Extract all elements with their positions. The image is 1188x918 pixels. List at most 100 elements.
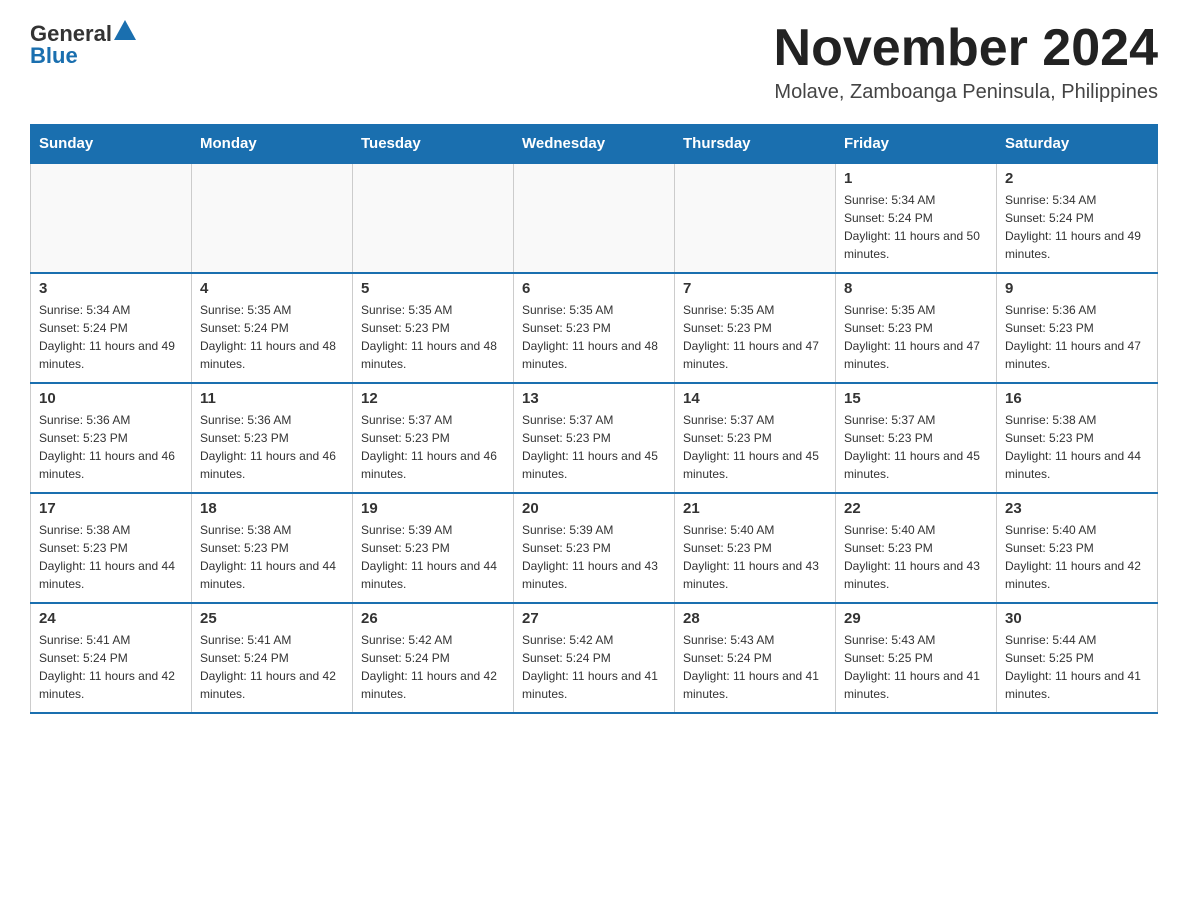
day-info: Sunrise: 5:34 AM Sunset: 5:24 PM Dayligh… [1005, 191, 1149, 263]
day-info: Sunrise: 5:40 AM Sunset: 5:23 PM Dayligh… [844, 521, 988, 593]
calendar-cell [675, 163, 836, 273]
calendar-cell: 25 Sunrise: 5:41 AM Sunset: 5:24 PM Dayli… [192, 603, 353, 713]
column-header-wednesday: Wednesday [514, 125, 675, 164]
day-number: 29 [844, 610, 988, 627]
day-info: Sunrise: 5:36 AM Sunset: 5:23 PM Dayligh… [39, 411, 183, 483]
day-info: Sunrise: 5:36 AM Sunset: 5:23 PM Dayligh… [200, 411, 344, 483]
day-info: Sunrise: 5:39 AM Sunset: 5:23 PM Dayligh… [522, 521, 666, 593]
day-info: Sunrise: 5:39 AM Sunset: 5:23 PM Dayligh… [361, 521, 505, 593]
calendar-cell: 12 Sunrise: 5:37 AM Sunset: 5:23 PM Dayli… [353, 383, 514, 493]
day-info: Sunrise: 5:41 AM Sunset: 5:24 PM Dayligh… [200, 631, 344, 703]
day-number: 24 [39, 610, 183, 627]
calendar-cell: 13Sunrise: 5:37 AM Sunset: 5:23 PM Dayli… [514, 383, 675, 493]
calendar-cell [353, 163, 514, 273]
day-number: 23 [1005, 500, 1149, 517]
calendar-cell: 17Sunrise: 5:38 AM Sunset: 5:23 PM Dayli… [31, 493, 192, 603]
day-number: 1 [844, 170, 988, 187]
calendar-cell [192, 163, 353, 273]
calendar-cell: 21Sunrise: 5:40 AM Sunset: 5:23 PM Dayli… [675, 493, 836, 603]
calendar-cell: 6 Sunrise: 5:35 AM Sunset: 5:23 PM Daylig… [514, 273, 675, 383]
day-number: 15 [844, 390, 988, 407]
day-number: 18 [200, 500, 344, 517]
day-number: 25 [200, 610, 344, 627]
calendar-week-row: 1 Sunrise: 5:34 AM Sunset: 5:24 PM Daylig… [31, 163, 1158, 273]
calendar-cell: 3 Sunrise: 5:34 AM Sunset: 5:24 PM Daylig… [31, 273, 192, 383]
calendar-cell: 1 Sunrise: 5:34 AM Sunset: 5:24 PM Daylig… [836, 163, 997, 273]
day-info: Sunrise: 5:34 AM Sunset: 5:24 PM Dayligh… [39, 301, 183, 373]
day-number: 13 [522, 390, 666, 407]
calendar-cell: 4 Sunrise: 5:35 AM Sunset: 5:24 PM Daylig… [192, 273, 353, 383]
day-number: 10 [39, 390, 183, 407]
day-info: Sunrise: 5:44 AM Sunset: 5:25 PM Dayligh… [1005, 631, 1149, 703]
day-number: 11 [200, 390, 344, 407]
day-info: Sunrise: 5:38 AM Sunset: 5:23 PM Dayligh… [200, 521, 344, 593]
day-number: 6 [522, 280, 666, 297]
column-header-sunday: Sunday [31, 125, 192, 164]
day-info: Sunrise: 5:40 AM Sunset: 5:23 PM Dayligh… [1005, 521, 1149, 593]
calendar-week-row: 10 Sunrise: 5:36 AM Sunset: 5:23 PM Dayli… [31, 383, 1158, 493]
calendar-cell: 22 Sunrise: 5:40 AM Sunset: 5:23 PM Dayli… [836, 493, 997, 603]
day-number: 8 [844, 280, 988, 297]
location-subtitle: Molave, Zamboanga Peninsula, Philippines [774, 81, 1158, 104]
calendar-cell: 28 Sunrise: 5:43 AM Sunset: 5:24 PM Dayli… [675, 603, 836, 713]
day-info: Sunrise: 5:43 AM Sunset: 5:24 PM Dayligh… [683, 631, 827, 703]
day-number: 4 [200, 280, 344, 297]
calendar-cell: 2 Sunrise: 5:34 AM Sunset: 5:24 PM Daylig… [997, 163, 1158, 273]
day-number: 28 [683, 610, 827, 627]
calendar-week-row: 3 Sunrise: 5:34 AM Sunset: 5:24 PM Daylig… [31, 273, 1158, 383]
day-number: 22 [844, 500, 988, 517]
day-info: Sunrise: 5:37 AM Sunset: 5:23 PM Dayligh… [683, 411, 827, 483]
day-info: Sunrise: 5:38 AM Sunset: 5:23 PM Dayligh… [1005, 411, 1149, 483]
calendar-cell: 8 Sunrise: 5:35 AM Sunset: 5:23 PM Daylig… [836, 273, 997, 383]
calendar-cell: 19 Sunrise: 5:39 AM Sunset: 5:23 PM Dayli… [353, 493, 514, 603]
calendar-cell: 9 Sunrise: 5:36 AM Sunset: 5:23 PM Daylig… [997, 273, 1158, 383]
calendar-cell: 7 Sunrise: 5:35 AM Sunset: 5:23 PM Daylig… [675, 273, 836, 383]
calendar-cell: 27 Sunrise: 5:42 AM Sunset: 5:24 PM Dayli… [514, 603, 675, 713]
column-header-friday: Friday [836, 125, 997, 164]
day-number: 16 [1005, 390, 1149, 407]
day-info: Sunrise: 5:36 AM Sunset: 5:23 PM Dayligh… [1005, 301, 1149, 373]
calendar-cell: 23 Sunrise: 5:40 AM Sunset: 5:23 PM Dayli… [997, 493, 1158, 603]
day-info: Sunrise: 5:37 AM Sunset: 5:23 PM Dayligh… [844, 411, 988, 483]
calendar-cell [514, 163, 675, 273]
calendar-cell: 14 Sunrise: 5:37 AM Sunset: 5:23 PM Dayli… [675, 383, 836, 493]
day-info: Sunrise: 5:41 AM Sunset: 5:24 PM Dayligh… [39, 631, 183, 703]
calendar-header-row: SundayMondayTuesdayWednesdayThursdayFrid… [31, 125, 1158, 164]
day-info: Sunrise: 5:35 AM Sunset: 5:23 PM Dayligh… [522, 301, 666, 373]
calendar-cell [31, 163, 192, 273]
day-number: 21 [683, 500, 827, 517]
day-info: Sunrise: 5:35 AM Sunset: 5:23 PM Dayligh… [361, 301, 505, 373]
logo-triangle-icon [114, 20, 136, 40]
day-number: 14 [683, 390, 827, 407]
day-info: Sunrise: 5:35 AM Sunset: 5:24 PM Dayligh… [200, 301, 344, 373]
day-number: 20 [522, 500, 666, 517]
calendar-cell: 5Sunrise: 5:35 AM Sunset: 5:23 PM Daylig… [353, 273, 514, 383]
page-header: General Blue November 2024 Molave, Zambo… [30, 20, 1158, 104]
day-info: Sunrise: 5:42 AM Sunset: 5:24 PM Dayligh… [361, 631, 505, 703]
title-block: November 2024 Molave, Zamboanga Peninsul… [774, 20, 1158, 104]
day-number: 12 [361, 390, 505, 407]
calendar-table: SundayMondayTuesdayWednesdayThursdayFrid… [30, 124, 1158, 714]
day-info: Sunrise: 5:35 AM Sunset: 5:23 PM Dayligh… [683, 301, 827, 373]
day-info: Sunrise: 5:35 AM Sunset: 5:23 PM Dayligh… [844, 301, 988, 373]
calendar-cell: 15 Sunrise: 5:37 AM Sunset: 5:23 PM Dayli… [836, 383, 997, 493]
calendar-week-row: 24 Sunrise: 5:41 AM Sunset: 5:24 PM Dayli… [31, 603, 1158, 713]
calendar-cell: 16 Sunrise: 5:38 AM Sunset: 5:23 PM Dayli… [997, 383, 1158, 493]
logo-blue-text: Blue [30, 43, 78, 69]
day-number: 2 [1005, 170, 1149, 187]
calendar-week-row: 17Sunrise: 5:38 AM Sunset: 5:23 PM Dayli… [31, 493, 1158, 603]
calendar-cell: 26Sunrise: 5:42 AM Sunset: 5:24 PM Dayli… [353, 603, 514, 713]
day-info: Sunrise: 5:34 AM Sunset: 5:24 PM Dayligh… [844, 191, 988, 263]
day-number: 3 [39, 280, 183, 297]
day-number: 30 [1005, 610, 1149, 627]
calendar-cell: 10 Sunrise: 5:36 AM Sunset: 5:23 PM Dayli… [31, 383, 192, 493]
day-info: Sunrise: 5:37 AM Sunset: 5:23 PM Dayligh… [361, 411, 505, 483]
day-info: Sunrise: 5:43 AM Sunset: 5:25 PM Dayligh… [844, 631, 988, 703]
column-header-thursday: Thursday [675, 125, 836, 164]
calendar-cell: 29 Sunrise: 5:43 AM Sunset: 5:25 PM Dayli… [836, 603, 997, 713]
day-number: 7 [683, 280, 827, 297]
day-number: 9 [1005, 280, 1149, 297]
day-info: Sunrise: 5:42 AM Sunset: 5:24 PM Dayligh… [522, 631, 666, 703]
day-number: 19 [361, 500, 505, 517]
day-number: 27 [522, 610, 666, 627]
